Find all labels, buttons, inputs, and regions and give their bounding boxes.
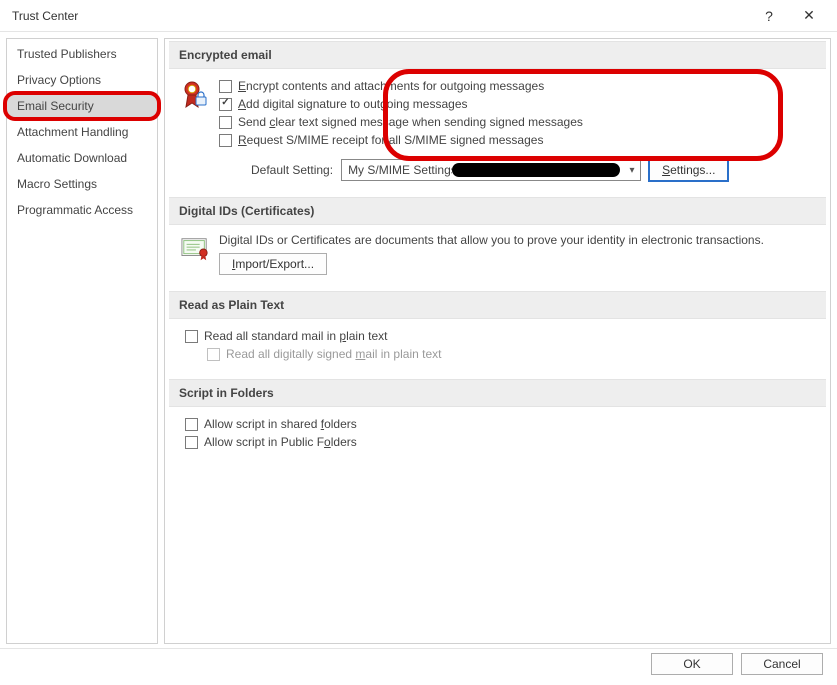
sidebar: Trusted Publishers Privacy Options Email… <box>6 38 158 644</box>
checkbox-clear-text[interactable]: Send clear text signed message when send… <box>219 113 818 131</box>
sidebar-item-attachment-handling[interactable]: Attachment Handling <box>7 119 157 145</box>
default-setting-dropdown[interactable]: My S/MIME Settings ▾ <box>341 159 641 181</box>
checkbox-label: Encrypt contents and attachments for out… <box>238 79 544 93</box>
close-button[interactable]: ✕ <box>789 7 829 24</box>
checkbox-icon <box>219 98 232 111</box>
checkbox-icon <box>219 116 232 129</box>
titlebar: Trust Center ? ✕ <box>0 0 837 32</box>
chevron-down-icon: ▾ <box>624 165 640 176</box>
checkbox-add-signature[interactable]: Add digital signature to outgoing messag… <box>219 95 818 113</box>
sidebar-item-trusted-publishers[interactable]: Trusted Publishers <box>7 41 157 67</box>
section-header-digital-ids: Digital IDs (Certificates) <box>169 197 826 225</box>
ok-button[interactable]: OK <box>651 653 733 675</box>
sidebar-item-macro-settings[interactable]: Macro Settings <box>7 171 157 197</box>
sidebar-item-email-security[interactable]: Email Security <box>7 93 157 119</box>
checkbox-label: Read all standard mail in plain text <box>204 329 387 343</box>
checkbox-label: Send clear text signed message when send… <box>238 115 583 129</box>
checkbox-icon <box>219 134 232 147</box>
checkbox-read-signed-plain: Read all digitally signed mail in plain … <box>207 345 441 363</box>
sidebar-item-programmatic-access[interactable]: Programmatic Access <box>7 197 157 223</box>
section-header-script: Script in Folders <box>169 379 826 407</box>
default-setting-label: Default Setting: <box>251 163 333 177</box>
checkbox-read-plain[interactable]: Read all standard mail in plain text <box>185 327 387 345</box>
checkbox-label: Allow script in Public Folders <box>204 435 357 449</box>
sidebar-item-privacy-options[interactable]: Privacy Options <box>7 67 157 93</box>
checkbox-label: Allow script in shared folders <box>204 417 357 431</box>
content-panel: Encrypted email Encrypt contents and att… <box>164 38 831 644</box>
checkbox-request-receipt[interactable]: Request S/MIME receipt for all S/MIME si… <box>219 131 818 149</box>
certificate-icon <box>181 233 209 261</box>
checkbox-script-public[interactable]: Allow script in Public Folders <box>185 433 357 451</box>
checkbox-icon <box>185 436 198 449</box>
dropdown-value: My S/MIME Settings <box>342 163 452 177</box>
checkbox-script-shared[interactable]: Allow script in shared folders <box>185 415 357 433</box>
checkbox-label: Read all digitally signed mail in plain … <box>226 347 441 361</box>
help-button[interactable]: ? <box>749 8 789 24</box>
checkbox-icon <box>185 418 198 431</box>
sidebar-item-automatic-download[interactable]: Automatic Download <box>7 145 157 171</box>
checkbox-icon <box>219 80 232 93</box>
import-export-button[interactable]: Import/Export... <box>219 253 327 275</box>
settings-button[interactable]: Settings... <box>649 159 728 181</box>
checkbox-icon <box>207 348 220 361</box>
dialog-footer: OK Cancel <box>0 648 837 679</box>
checkbox-encrypt-contents[interactable]: Encrypt contents and attachments for out… <box>219 77 818 95</box>
ribbon-lock-icon <box>181 77 209 111</box>
redacted-text <box>452 163 620 177</box>
section-header-plain-text: Read as Plain Text <box>169 291 826 319</box>
checkbox-icon <box>185 330 198 343</box>
section-header-encrypted: Encrypted email <box>169 41 826 69</box>
checkbox-label: Request S/MIME receipt for all S/MIME si… <box>238 133 543 147</box>
cancel-button[interactable]: Cancel <box>741 653 823 675</box>
checkbox-label: Add digital signature to outgoing messag… <box>238 97 468 111</box>
digital-ids-description: Digital IDs or Certificates are document… <box>219 233 818 253</box>
window-title: Trust Center <box>12 9 749 23</box>
